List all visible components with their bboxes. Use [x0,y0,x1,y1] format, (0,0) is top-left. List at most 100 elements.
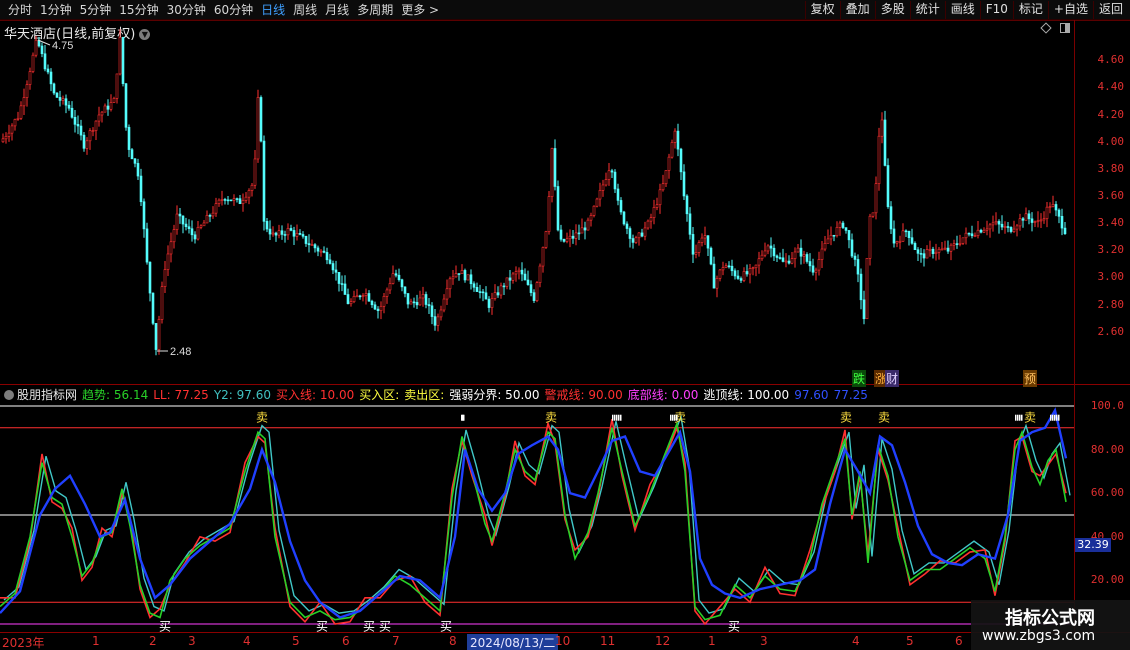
candle-body [946,247,950,252]
candle-body [481,291,485,294]
sell-marker: 卖 [256,410,268,424]
selected-date: 2024/08/13/二 [467,634,559,650]
candle-body [373,304,377,310]
candle-body [256,97,260,160]
candle-body [304,235,308,244]
candle-body [385,289,389,297]
candle-body [499,285,503,296]
candle-body [424,294,428,305]
candle-body [1054,204,1058,211]
date-label: 10 [555,634,571,648]
candle-body [745,271,749,275]
candle-body [265,221,269,230]
candle-body [868,215,872,259]
candle-body [577,232,581,235]
indicator-name: 股朋指标网 [4,388,77,402]
candle-body [910,237,914,244]
candle-body [370,300,374,306]
candle-body [823,242,827,250]
candle-body [97,114,101,122]
candle-body [139,175,143,203]
candle-body [322,250,326,253]
candle-body [682,171,686,197]
sell-marker: 卖 [674,410,686,424]
candle-body [586,219,590,231]
candle-body [781,257,785,262]
candle-body [985,228,989,231]
candle-body [784,260,788,263]
candle-body [661,183,665,191]
candle-body [319,250,323,253]
candle-body [541,247,545,267]
candle-body [316,247,320,252]
candle-body [589,215,593,221]
candle-body [892,228,896,244]
candle-body [547,196,551,232]
candle-body [88,130,92,142]
candle-body [454,273,458,278]
candle-body [907,230,911,238]
candle-body [427,304,431,307]
candle-body [493,292,497,299]
candle-body [460,270,464,274]
legend-item: Y2: 97.60 [213,388,272,402]
candle-body [832,234,836,237]
candle-body [691,234,695,255]
candle-body [118,37,122,75]
candle-body [625,223,629,229]
candle-body [838,222,842,228]
date-label: 2 [149,634,157,648]
badge-down[interactable]: 跌 [852,370,867,387]
legend-item: 趋势: 56.14 [82,388,149,402]
candle-body [1018,218,1022,227]
candle-body [223,199,227,201]
candle-body [430,305,434,317]
badge-forecast[interactable]: 预 [1023,370,1038,387]
candle-body [142,201,146,230]
candle-body [766,245,770,252]
candle-body [52,83,56,94]
candle-body [763,250,767,256]
candle-body [922,253,926,259]
legend-item: 77.25 [833,388,868,402]
date-label: 6 [342,634,350,648]
candle-body [346,294,350,305]
candle-body [16,117,20,120]
sell-zone-tick [618,414,620,421]
candle-body [664,170,668,185]
candle-body [805,254,809,262]
candle-body [400,279,404,288]
candle-body [538,265,542,283]
sell-zone-tick [614,414,616,421]
candle-body [865,258,869,320]
candle-body [715,278,719,289]
candle-body [244,196,248,201]
candle-body [352,296,356,303]
candle-body [124,83,128,128]
candle-body [13,119,17,127]
candle-body [232,198,236,201]
candle-body [10,125,14,134]
candle-body [220,199,224,201]
candle-body [301,234,305,237]
date-label: 2023年 [2,636,45,650]
candle-body [1012,228,1016,232]
candle-body [820,248,824,260]
candle-body [196,227,200,240]
candle-body [1009,227,1013,232]
legend-item: 警戒线: 90.00 [544,388,623,402]
candle-body [511,273,515,281]
candle-body [187,226,191,230]
candle-body [676,130,680,150]
candle-body [154,323,158,350]
candle-body [184,223,188,228]
chart-canvas[interactable]: 4.752.48卖卖卖卖卖卖买买买买买买 [0,0,1130,650]
candle-body [634,237,638,243]
date-label: 8 [449,634,457,648]
candle-body [1060,216,1064,229]
badge-finance[interactable]: 财 [885,370,900,387]
candle-body [679,148,683,173]
candle-body [448,278,452,290]
candle-body [280,230,284,235]
candle-body [331,263,335,271]
